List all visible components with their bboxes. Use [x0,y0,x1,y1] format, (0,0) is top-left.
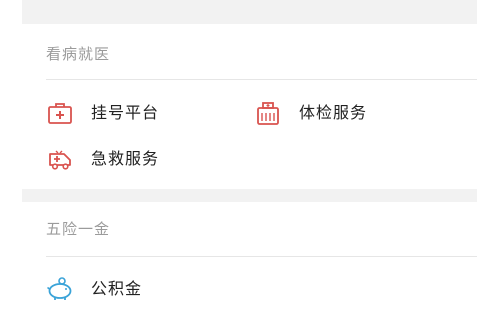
section-divider [46,256,477,257]
services-page: 看病就医 挂号平台 体检服务 急救服务 五险一金 公积金 [0,0,499,319]
health-check-icon [254,99,282,127]
top-spacer [22,0,477,24]
section-title-medical: 看病就医 [46,45,111,63]
ambulance-icon [46,145,74,173]
health-check-label: 体检服务 [299,103,368,122]
piggy-bank-icon [46,275,74,303]
section-divider [46,79,477,80]
medical-kit-icon [46,99,74,127]
registration-platform-item[interactable]: 挂号平台 [46,98,159,128]
emergency-service-label: 急救服务 [91,149,160,168]
health-check-item[interactable]: 体检服务 [254,98,367,128]
housing-fund-item[interactable]: 公积金 [46,274,142,304]
registration-platform-label: 挂号平台 [91,103,160,122]
housing-fund-label: 公积金 [91,279,143,298]
section-title-insurance: 五险一金 [46,220,111,238]
emergency-service-item[interactable]: 急救服务 [46,144,159,174]
section-spacer [22,189,477,202]
